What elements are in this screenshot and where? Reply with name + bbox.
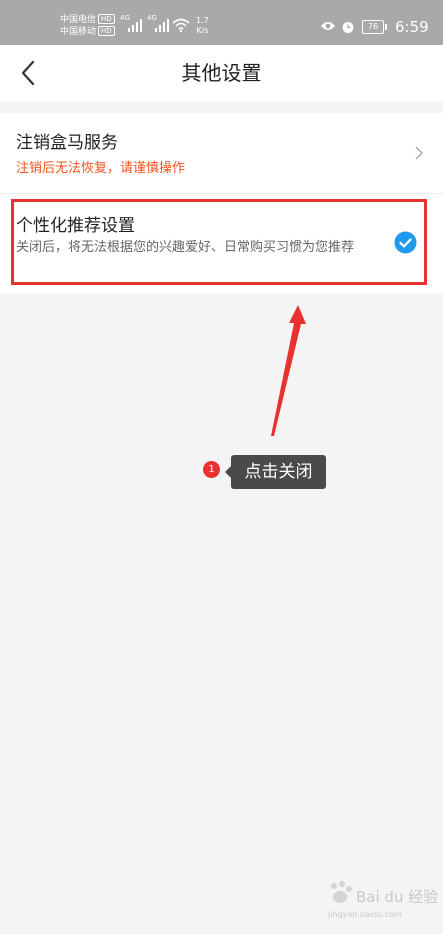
paw-icon <box>331 881 352 903</box>
clock: 6:59 <box>395 18 429 36</box>
watermark-text: Bai du 经验 <box>356 888 439 906</box>
check-circle-icon[interactable] <box>394 231 417 254</box>
network-speed: 1.7 K/s <box>196 16 209 35</box>
alarm-icon <box>342 22 354 33</box>
carrier-info: 中国电信 HD 中国移动 HD <box>60 14 115 38</box>
signal-icon: 4G <box>147 14 169 32</box>
settings-list: 注销盒马服务 注销后无法恢复，请谨慎操作 个性化推荐设置 关闭后，将无法根据您的… <box>0 113 443 293</box>
cancel-service-warning: 注销后无法恢复，请谨慎操作 <box>16 161 186 176</box>
personalized-recommendation-item[interactable]: 个性化推荐设置 关闭后，将无法根据您的兴趣爱好、日常购买习惯为您推荐 <box>0 194 443 293</box>
step-number-badge: 1 <box>203 461 220 478</box>
battery-indicator: 76 <box>362 20 387 34</box>
wifi-icon <box>172 18 190 32</box>
personalized-recommendation-description: 关闭后，将无法根据您的兴趣爱好、日常购买习惯为您推荐 <box>16 240 355 255</box>
hd-badge: HD <box>98 26 115 36</box>
cancel-service-item[interactable]: 注销盒马服务 注销后无法恢复，请谨慎操作 <box>0 113 443 193</box>
nav-bar: 其他设置 <box>0 45 443 101</box>
eye-icon <box>321 22 335 30</box>
page-title: 其他设置 <box>181 61 262 85</box>
carrier-1: 中国电信 <box>60 15 97 25</box>
cancel-service-title: 注销盒马服务 <box>16 133 118 153</box>
network-type: 4G <box>120 14 130 22</box>
instruction-tooltip: 点击关闭 <box>225 455 326 489</box>
hd-badge: HD <box>98 14 115 24</box>
signal-icon: 4G <box>120 14 142 32</box>
status-bar: 中国电信 HD 中国移动 HD 4G 4G 1.7 K/s 76 6:59 <box>0 0 443 45</box>
carrier-2: 中国移动 <box>60 27 97 37</box>
watermark-url: jingyan.baidu.com <box>328 910 402 919</box>
personalized-recommendation-title: 个性化推荐设置 <box>16 216 135 236</box>
chevron-right-icon <box>415 146 424 160</box>
network-type: 4G <box>147 14 157 22</box>
